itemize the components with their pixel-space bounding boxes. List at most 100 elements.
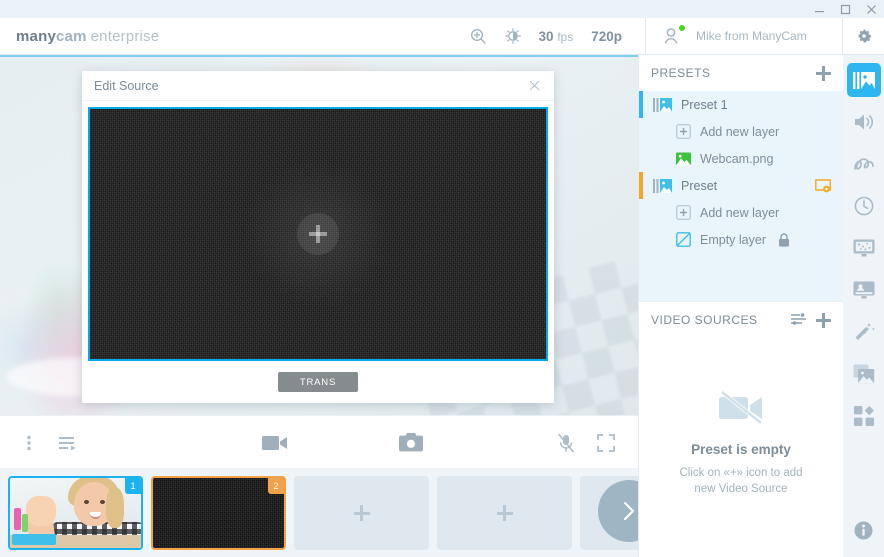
plus-icon [353, 505, 370, 521]
app-header: manycam enterprise 30 fps 720p Mike from… [0, 17, 884, 55]
playlist-icon[interactable] [52, 416, 84, 469]
empty-layer-icon [675, 232, 691, 248]
trans-button[interactable]: TRANS [278, 372, 358, 392]
manycam-app-window: manycam enterprise 30 fps 720p Mike from… [0, 0, 884, 557]
rail-item-backgrounds[interactable] [847, 357, 881, 391]
minimize-icon[interactable] [806, 0, 832, 18]
zoom-in-icon[interactable] [462, 18, 496, 55]
add-preset-button[interactable] [816, 65, 831, 81]
rail-item-draw[interactable] [847, 147, 881, 181]
preset-row-1[interactable]: Preset 1 [639, 91, 843, 118]
control-bar [0, 415, 638, 468]
lock-icon[interactable] [778, 232, 790, 247]
image-layer-icon [675, 151, 691, 167]
preset-icon [653, 178, 672, 193]
rail-item-extras[interactable] [847, 399, 881, 433]
brightness-icon[interactable] [496, 18, 530, 55]
empty-title: Preset is empty [691, 441, 791, 457]
preset-name: Preset 1 [681, 97, 728, 112]
webcam-preview [10, 478, 141, 548]
resolution-value: 720p [591, 28, 622, 44]
layer-label: Add new layer [700, 124, 780, 139]
thumbnail-item-4[interactable] [437, 476, 572, 550]
plus-icon [496, 505, 513, 521]
scribble-icon [853, 158, 874, 170]
rail-item-lower-third[interactable] [847, 273, 881, 307]
video-sources-title: VIDEO SOURCES [651, 313, 758, 327]
dialog-footer: TRANS [82, 361, 554, 403]
sort-icon[interactable] [791, 312, 806, 328]
clock-icon [854, 196, 873, 216]
empty-hint: Click on «+» icon to add new Video Sourc… [679, 466, 803, 495]
thumbnail-item-2[interactable]: 2 [151, 476, 286, 550]
preset-icon [653, 97, 672, 112]
brand-cam: cam [56, 27, 87, 45]
brand-logo: manycam enterprise [0, 28, 159, 45]
resolution-indicator[interactable]: 720p [582, 29, 631, 44]
fps-unit: fps [557, 29, 574, 44]
presets-section-header: PRESETS [639, 55, 843, 91]
thumbnail-badge: 1 [125, 478, 141, 494]
fullscreen-icon[interactable] [590, 416, 622, 469]
edit-source-dialog: Edit Source TRANS [82, 71, 554, 403]
info-icon[interactable] [854, 521, 873, 545]
thumbnail-badge: 2 [268, 478, 284, 494]
video-camera-icon[interactable] [258, 416, 292, 469]
layer-row-webcam[interactable]: Webcam.png [639, 145, 843, 172]
dialog-source-preview[interactable] [88, 107, 548, 361]
preset-accent-bar [639, 172, 643, 199]
blocks-icon [853, 406, 874, 426]
tool-rail [843, 55, 884, 557]
thumbnail-item-3[interactable] [294, 476, 429, 550]
plus-circle-icon[interactable] [297, 213, 339, 255]
right-panel: PRESETS Preset 1 Add new layer Webcam.pn… [638, 55, 843, 557]
status-badge [679, 25, 685, 31]
layer-row-empty[interactable]: Empty layer [639, 226, 843, 253]
presets-icon [852, 71, 875, 89]
presets-list-filler [639, 253, 843, 301]
fps-indicator[interactable]: 30 fps [530, 29, 583, 44]
preset-name: Preset [681, 178, 718, 193]
dialog-header: Edit Source [82, 71, 554, 101]
layer-label: Add new layer [700, 205, 780, 220]
kebab-menu-icon[interactable] [14, 416, 44, 469]
layer-row-add-2[interactable]: Add new layer [639, 199, 843, 226]
rail-item-scheduler[interactable] [847, 189, 881, 223]
effects-screen-icon [853, 239, 874, 257]
close-icon[interactable] [526, 78, 542, 94]
header-tools: 30 fps 720p [462, 18, 645, 55]
speaker-icon [854, 114, 873, 130]
add-video-source-button[interactable] [816, 312, 831, 328]
dialog-title: Edit Source [94, 78, 159, 93]
camera-icon[interactable] [394, 416, 428, 469]
maximize-icon[interactable] [832, 0, 858, 18]
layer-row-add-1[interactable]: Add new layer [639, 118, 843, 145]
rail-item-presets[interactable] [846, 63, 881, 97]
rail-item-effects[interactable] [847, 231, 881, 265]
preset-accent-bar [639, 91, 643, 118]
preset-thumbnail-strip[interactable]: 1 2 [0, 468, 638, 557]
layer-label: Empty layer [700, 232, 766, 247]
rail-item-audio[interactable] [847, 105, 881, 139]
video-sources-empty-state: Preset is empty Click on «+» icon to add… [639, 338, 843, 533]
gear-icon[interactable] [843, 18, 884, 55]
avatar [662, 25, 685, 47]
preset-row-2[interactable]: Preset [639, 172, 843, 199]
preview-active-icon[interactable] [815, 178, 831, 193]
rail-item-filters[interactable] [847, 315, 881, 349]
noise-preview [153, 478, 284, 548]
presets-title: PRESETS [651, 66, 711, 80]
camera-off-icon [717, 389, 765, 430]
window-titlebar [0, 0, 884, 18]
video-sources-section-header: VIDEO SOURCES [639, 302, 843, 338]
close-icon[interactable] [858, 0, 884, 18]
brand-many: many [16, 27, 56, 45]
microphone-muted-icon[interactable] [550, 416, 582, 469]
account-area[interactable]: Mike from ManyCam [645, 17, 843, 55]
magic-wand-icon [855, 323, 875, 340]
thumbnail-item-1[interactable]: 1 [8, 476, 143, 550]
layer-label: Webcam.png [700, 151, 774, 166]
account-name: Mike from ManyCam [696, 29, 807, 43]
add-layer-icon [675, 124, 691, 140]
lower-third-icon [853, 281, 874, 299]
